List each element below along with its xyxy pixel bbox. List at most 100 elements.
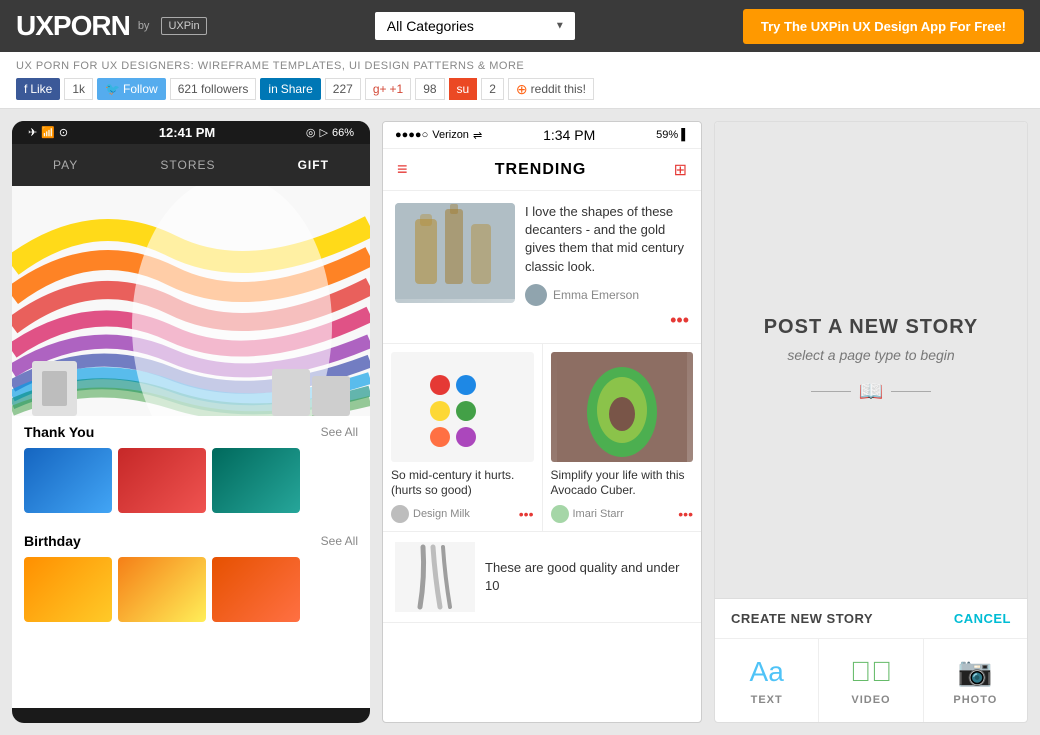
post-story-area: POST A NEW STORY select a page type to b… <box>715 122 1027 598</box>
thank-you-title: Thank You <box>24 424 94 440</box>
midcentury-image <box>391 352 534 462</box>
article-tongs-text: These are good quality and under 10 <box>485 559 689 595</box>
grid-view-icon[interactable]: ⊞ <box>674 160 687 180</box>
subheader-title: UX PORN FOR UX DESIGNERS: WIREFRAME TEMP… <box>16 60 1024 72</box>
site-logo: UXPORN <box>16 10 130 42</box>
category-select-wrapper[interactable]: All CategoriesUI DesignUX DesignWirefram… <box>375 12 575 40</box>
left-status-left: ✈ 📶 ⊙ <box>28 126 68 139</box>
left-phone-time: 12:41 PM <box>159 125 215 140</box>
header-search: All CategoriesUI DesignUX DesignWirefram… <box>375 12 575 40</box>
stumble-icon: su <box>457 82 470 96</box>
logo-by-text: by <box>138 20 150 32</box>
left-phone-nav: PAY STORES GIFT <box>12 144 370 186</box>
facebook-like-button[interactable]: f Like <box>16 78 60 100</box>
article-dots-1[interactable]: ••• <box>525 310 689 331</box>
birthday-title: Birthday <box>24 533 81 549</box>
nav-pay[interactable]: PAY <box>53 158 78 172</box>
story-type-video[interactable]: ▶⃝ VIDEO <box>819 639 923 722</box>
book-line-right <box>891 391 931 392</box>
article-decanters: I love the shapes of these decanters - a… <box>383 191 701 344</box>
story-type-text[interactable]: Aa TEXT <box>715 639 819 722</box>
social-bar: f Like 1k 🐦 Follow 621 followers in Shar… <box>16 78 1024 100</box>
twitter-follow-button[interactable]: 🐦 Follow <box>97 78 166 100</box>
logo-ux-text: UX <box>16 10 53 41</box>
thumb-3 <box>212 448 300 513</box>
fb-icon: f <box>24 82 27 96</box>
grid-item-midcentury: So mid-century it hurts. (hurts so good)… <box>383 344 542 531</box>
dot-6 <box>456 427 476 447</box>
thumb-2 <box>118 448 206 513</box>
nav-stores[interactable]: STORES <box>160 158 215 172</box>
location-icon: ◎ <box>306 126 316 139</box>
birthday-thumbs <box>24 557 358 622</box>
bday-thumb-3 <box>212 557 300 622</box>
center-content: I love the shapes of these decanters - a… <box>383 191 701 715</box>
battery-icon: ▌ <box>681 129 689 141</box>
photo-type-label: PHOTO <box>953 694 997 706</box>
wifi-icon: ⇌ <box>473 129 482 142</box>
nav-gift[interactable]: GIFT <box>298 158 329 172</box>
main-content: ✈ 📶 ⊙ 12:41 PM ◎ ▷ 66% PAY STORES GIFT <box>0 109 1040 735</box>
text-type-icon: Aa <box>750 656 784 688</box>
avocado-author-name: Imari Starr <box>573 508 624 520</box>
reddit-icon: ⊕ <box>516 81 528 98</box>
linkedin-share-button[interactable]: in Share <box>260 78 320 100</box>
dots-decoration <box>422 367 502 447</box>
post-story-title: POST A NEW STORY <box>764 316 979 339</box>
battery-percent: 59% <box>656 129 678 141</box>
trending-title: TRENDING <box>495 161 587 179</box>
decanter-svg <box>395 203 515 299</box>
book-icon: 📖 <box>859 379 884 404</box>
stumbleupon-button[interactable]: su <box>449 78 478 100</box>
photo-type-icon: 📷 <box>958 655 993 688</box>
text-type-label: TEXT <box>751 694 783 706</box>
thank-you-thumbs <box>24 448 358 513</box>
airplane-icon: ✈ <box>28 126 37 139</box>
decanter-image <box>395 203 515 303</box>
article-decanters-desc: I love the shapes of these decanters - a… <box>525 203 689 276</box>
book-icon-area: 📖 <box>811 379 932 404</box>
right-panel: POST A NEW STORY select a page type to b… <box>714 121 1028 723</box>
logo-uxpin-text: UXPin <box>161 17 206 35</box>
dot-3 <box>430 401 450 421</box>
stumble-count: 2 <box>481 78 504 100</box>
left-status-right: ◎ ▷ 66% <box>306 126 354 139</box>
birthday-see-all[interactable]: See All <box>321 534 358 548</box>
center-battery-area: 59% ▌ <box>656 129 689 141</box>
author-avatar-1 <box>525 284 547 306</box>
li-share-label: Share <box>281 82 313 96</box>
birthday-header: Birthday See All <box>24 533 358 549</box>
story-type-photo[interactable]: 📷 PHOTO <box>924 639 1027 722</box>
dot-1 <box>430 375 450 395</box>
battery-icon: ▷ <box>320 126 328 139</box>
hamburger-icon[interactable]: ≡ <box>397 159 408 180</box>
midcentury-avatar <box>391 505 409 523</box>
logo-area: UXPORN by UXPin <box>16 10 207 42</box>
tongs-image <box>395 542 475 612</box>
facebook-like-count: 1k <box>64 78 93 100</box>
avocado-dots[interactable]: ••• <box>678 506 693 522</box>
carrier-name: Verizon <box>432 129 469 141</box>
article-decanters-author: Emma Emerson <box>525 284 689 306</box>
thank-you-header: Thank You See All <box>24 424 358 440</box>
create-story-bar: CREATE NEW STORY CANCEL <box>715 598 1027 638</box>
gplus-icon: g+ <box>373 82 387 96</box>
rainbow-visual <box>12 186 370 416</box>
thumb-1 <box>24 448 112 513</box>
tw-follow-label: Follow <box>123 82 158 96</box>
category-select[interactable]: All CategoriesUI DesignUX DesignWirefram… <box>375 12 575 40</box>
subheader: UX PORN FOR UX DESIGNERS: WIREFRAME TEMP… <box>0 52 1040 109</box>
dot-2 <box>456 375 476 395</box>
midcentury-author-name: Design Milk <box>413 508 470 520</box>
gplus-button[interactable]: g+ +1 <box>365 78 411 100</box>
avocado-author-row: Imari Starr ••• <box>551 505 694 523</box>
post-story-subtitle: select a page type to begin <box>787 347 954 363</box>
fb-like-label: Like <box>30 82 52 96</box>
try-uxpin-button[interactable]: Try The UXPin UX Design App For Free! <box>743 9 1024 44</box>
birthday-section: Birthday See All <box>12 525 370 630</box>
thank-you-see-all[interactable]: See All <box>321 425 358 439</box>
cancel-button[interactable]: CANCEL <box>954 611 1011 626</box>
avocado-svg <box>557 352 687 462</box>
midcentury-dots[interactable]: ••• <box>519 506 534 522</box>
reddit-button[interactable]: ⊕ reddit this! <box>508 78 594 100</box>
